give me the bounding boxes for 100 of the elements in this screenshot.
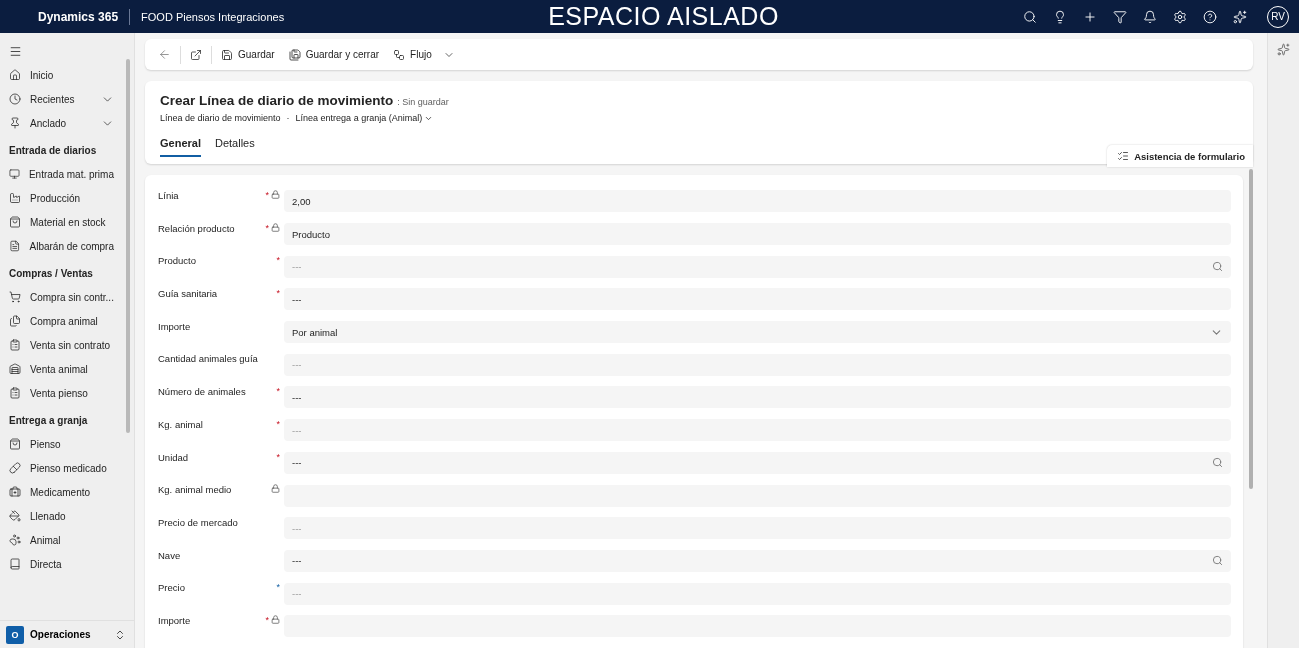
pill-icon <box>9 462 21 474</box>
plus-icon[interactable] <box>1083 9 1097 24</box>
tab[interactable]: General <box>160 137 201 157</box>
form-assist-button[interactable]: Asistencia de formulario <box>1107 145 1253 167</box>
save-all-icon <box>288 48 301 61</box>
paw-icon <box>9 534 21 546</box>
app-name[interactable]: Dynamics 365 <box>38 9 119 24</box>
lightbulb-icon[interactable] <box>1053 9 1067 24</box>
open-new-window-icon[interactable] <box>190 48 202 61</box>
factory-icon <box>9 192 21 204</box>
nav-item[interactable]: Material en stock <box>0 210 134 234</box>
required-mark: * <box>265 222 269 233</box>
files-icon <box>9 315 21 327</box>
input-field[interactable]: --- <box>284 451 1231 474</box>
field-label: Producto <box>158 254 198 267</box>
field-label: Línia <box>158 189 180 201</box>
save-icon <box>221 48 233 61</box>
nav-item[interactable]: Inicio <box>0 63 134 87</box>
input-field[interactable]: --- <box>284 549 1231 572</box>
field-label: Número de animales <box>158 385 247 398</box>
nav-item[interactable]: Recientes <box>0 87 134 111</box>
nav-item[interactable]: Anclado <box>0 111 134 135</box>
bell-icon[interactable] <box>1143 9 1157 24</box>
warehouse-icon <box>9 363 21 375</box>
required-mark: * <box>276 582 280 593</box>
nav-item[interactable]: Medicamento <box>0 480 134 504</box>
form-selector[interactable]: Línea entrega a granja (Animal) <box>295 113 434 123</box>
separator-dot: · <box>286 113 290 123</box>
field-label: Precio <box>158 581 186 594</box>
required-mark: * <box>276 418 280 429</box>
scrollbar-thumb[interactable] <box>126 59 130 433</box>
nav-item[interactable]: Producción <box>0 186 134 210</box>
required-mark: * <box>265 614 269 625</box>
medical-kit-icon <box>9 486 21 498</box>
field-label: Unidad <box>158 450 190 463</box>
field-label: Importe <box>158 319 192 332</box>
nav-item[interactable]: Compra sin contr... <box>0 285 134 309</box>
field-label: Relación producto <box>158 221 236 234</box>
nav-item[interactable]: Llenado <box>0 504 134 528</box>
back-arrow-icon[interactable] <box>158 48 171 61</box>
paint-bucket-icon <box>9 510 21 522</box>
field-label: Precio de mercado <box>158 515 239 528</box>
input-field[interactable]: --- <box>284 288 1231 311</box>
input-field[interactable]: Producto <box>284 223 1231 246</box>
save-status: : Sin guardar <box>397 97 449 107</box>
banner-title: ESPACIO AISLADO <box>548 2 779 31</box>
toolbar-button[interactable]: Flujo <box>388 45 460 64</box>
field-label: Importe <box>158 613 192 626</box>
field-label: Kg. animal <box>158 417 204 430</box>
pin-icon <box>9 117 21 129</box>
group-title: Entrada de diarios <box>8 144 98 158</box>
group-title: Entrega a granja <box>8 414 89 428</box>
filter-icon[interactable] <box>1113 9 1127 24</box>
toolbar-button[interactable]: Guardar y cerrar <box>283 45 385 64</box>
required-mark: * <box>276 451 280 462</box>
required-mark: * <box>265 190 269 200</box>
clock-icon <box>9 93 21 105</box>
checklist-icon <box>1117 150 1130 162</box>
field-label: Kg. animal medio <box>158 483 233 496</box>
tab[interactable]: Detalles <box>214 137 255 157</box>
help-icon[interactable] <box>1203 9 1217 24</box>
form-title: Crear Línea de diario de movimiento <box>160 93 394 108</box>
clipboard-icon <box>9 387 21 399</box>
nav-item[interactable]: Albarán de compra <box>0 234 134 258</box>
nav-item[interactable]: Pienso medicado <box>0 456 134 480</box>
area-badge: O <box>6 625 24 644</box>
environment-name[interactable]: FOOD Piensos Integraciones <box>141 10 285 23</box>
search-icon[interactable] <box>1023 9 1037 24</box>
input-field[interactable]: 2,00 <box>284 190 1231 213</box>
field-label: Guía sanitaria <box>158 287 219 300</box>
dropdown-field[interactable]: Por animal <box>284 321 1231 344</box>
toolbar-button[interactable]: Guardar <box>216 45 280 64</box>
document-icon <box>9 240 21 252</box>
nav-item[interactable]: Venta pienso <box>0 381 134 405</box>
required-mark: * <box>276 288 280 299</box>
bag-icon <box>9 216 21 228</box>
nav-item[interactable]: Venta sin contrato <box>0 333 134 357</box>
clipboard-icon <box>9 339 21 351</box>
input-field[interactable]: --- <box>284 386 1231 409</box>
home-icon <box>9 69 21 81</box>
nav-item[interactable]: Animal <box>0 528 134 552</box>
nav-item[interactable]: Venta animal <box>0 357 134 381</box>
group-title: Compras / Ventas <box>8 267 94 281</box>
book-icon <box>9 558 21 570</box>
menu-icon[interactable] <box>9 44 22 58</box>
scrollbar-thumb[interactable] <box>1249 169 1253 489</box>
field-label: Nave <box>158 548 182 561</box>
nav-item[interactable]: Entrada mat. prima <box>0 162 134 186</box>
nav-item[interactable]: Compra animal <box>0 309 134 333</box>
monitor-icon <box>9 168 20 180</box>
bag-icon <box>9 438 21 450</box>
required-mark: * <box>276 255 280 266</box>
field-label: Cantidad animales guía <box>158 352 259 365</box>
settings-icon[interactable] <box>1173 9 1187 24</box>
nav-item[interactable]: Pienso <box>0 432 134 456</box>
entity-name: Línea de diario de movimiento <box>160 113 281 123</box>
required-mark: * <box>276 386 280 397</box>
cart-icon <box>9 291 21 303</box>
up-down-icon <box>114 628 126 641</box>
nav-item[interactable]: Directa <box>0 552 134 576</box>
